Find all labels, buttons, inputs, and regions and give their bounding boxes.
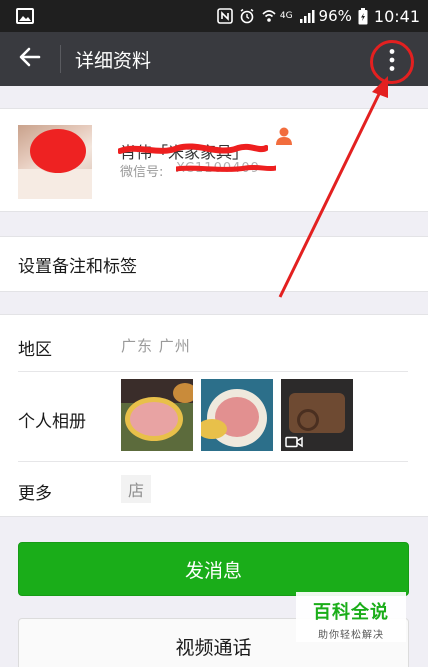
divider [18,371,408,372]
more-vertical-icon [388,48,396,76]
watermark-title: 百科全说 [313,602,389,623]
more-label: 更多 [18,484,52,504]
network-type-label: 4G [279,11,293,21]
watermark-subtitle: 助你轻松解决 [318,630,384,641]
album-label: 个人相册 [18,412,86,432]
clock-time: 10:41 [373,6,420,26]
divider [18,461,408,462]
info-section: 地区 广东 广州 个人相册 更多 店 [0,314,428,517]
album-photo-2[interactable] [201,379,273,451]
battery-icon [358,7,368,25]
region-value: 广东 广州 [121,337,191,355]
album-photo-1[interactable] [121,379,193,451]
title-bar: 详细资料 [0,32,428,86]
title-divider [60,45,61,73]
redaction-mark [30,129,86,173]
battery-percent: 96% [318,7,352,25]
back-button[interactable] [0,32,60,86]
id-redaction-mark [176,165,276,172]
arrow-left-icon [19,47,41,71]
wifi-icon [261,8,277,24]
signal-icon [299,9,315,23]
album-video-3[interactable] [281,379,353,451]
gallery-icon [16,8,34,24]
avatar[interactable] [18,125,92,199]
set-remark-label: 设置备注和标签 [18,256,137,277]
nfc-icon [217,8,233,24]
alarm-icon [239,8,255,24]
send-message-button[interactable]: 发消息 [18,542,409,596]
profile-card[interactable]: 肖伟「米家家具」 微信号: XC1100409 [0,108,428,212]
more-options-button[interactable] [370,40,414,84]
set-remark-and-tags-row[interactable]: 设置备注和标签 [0,236,428,292]
video-camera-icon [285,433,303,451]
status-bar: 4G 96% 10:41 [0,0,428,32]
store-badge[interactable]: 店 [121,475,151,503]
wechat-id-label: 微信号: [120,165,164,180]
person-icon [274,126,294,150]
watermark-logo: 百科全说 助你轻松解决 [296,592,406,642]
name-redaction-mark [118,143,268,154]
region-label: 地区 [18,340,52,360]
